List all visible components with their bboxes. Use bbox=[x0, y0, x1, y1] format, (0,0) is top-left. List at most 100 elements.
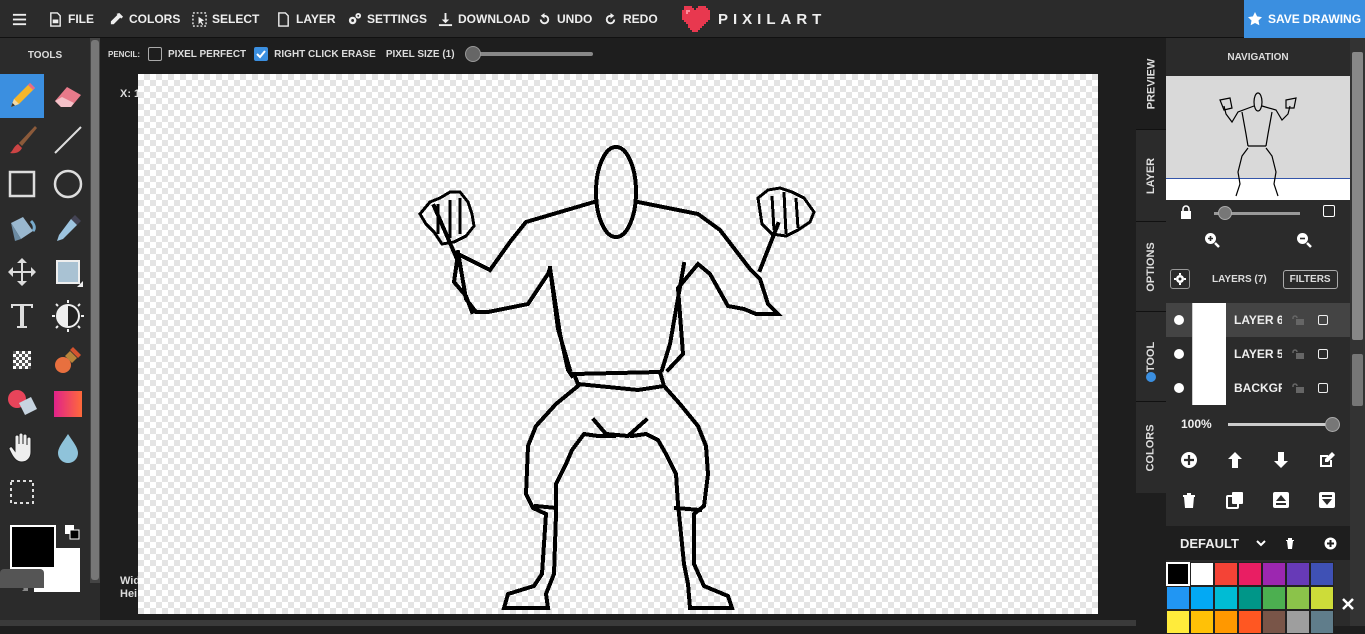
layer-select-checkbox[interactable] bbox=[1318, 383, 1328, 393]
tab-layer[interactable]: LAYER bbox=[1136, 130, 1166, 222]
selection-tool[interactable] bbox=[0, 470, 44, 514]
download-menu[interactable]: DOWNLOAD bbox=[438, 0, 530, 38]
color-replace-tool[interactable] bbox=[0, 382, 44, 426]
save-drawing-button[interactable]: SAVE DRAWING bbox=[1244, 0, 1365, 38]
right-scroll-thumb[interactable] bbox=[1352, 52, 1363, 340]
delete-layer-icon[interactable] bbox=[1180, 491, 1198, 509]
move-tool[interactable] bbox=[0, 250, 44, 294]
file-menu[interactable]: FILE bbox=[48, 0, 94, 38]
pixel-perfect-checkbox[interactable] bbox=[148, 47, 162, 61]
layer-row-layer-5[interactable]: LAYER 5 bbox=[1166, 337, 1350, 371]
layer-row-layer-6[interactable]: LAYER 6 bbox=[1166, 303, 1350, 337]
palette-name[interactable]: DEFAULT bbox=[1180, 536, 1239, 551]
palette-color-swatch[interactable] bbox=[1190, 562, 1214, 586]
filters-button[interactable]: FILTERS bbox=[1282, 269, 1338, 289]
rectangle-tool[interactable] bbox=[0, 162, 44, 206]
merge-up-icon[interactable] bbox=[1272, 491, 1290, 509]
palette-color-swatch[interactable] bbox=[1214, 562, 1238, 586]
brush-tool[interactable] bbox=[0, 118, 44, 162]
palette-color-swatch[interactable] bbox=[1238, 586, 1262, 610]
tab-options[interactable]: OPTIONS bbox=[1136, 222, 1166, 312]
pixel-size-slider[interactable] bbox=[464, 46, 593, 62]
tools-footer-tab[interactable] bbox=[0, 569, 44, 588]
right-scroll-thumb-lower[interactable] bbox=[1352, 354, 1363, 406]
ellipse-tool[interactable] bbox=[46, 162, 90, 206]
tools-scrollbar[interactable] bbox=[90, 38, 100, 583]
layer-opacity-knob[interactable] bbox=[1324, 416, 1340, 432]
palette-color-swatch[interactable] bbox=[1262, 586, 1286, 610]
eraser-tool[interactable] bbox=[46, 74, 90, 118]
right-click-erase-checkbox[interactable] bbox=[254, 47, 269, 61]
palette-color-swatch[interactable] bbox=[1214, 586, 1238, 610]
layer-select-checkbox[interactable] bbox=[1318, 315, 1328, 325]
duplicate-layer-icon[interactable] bbox=[1226, 491, 1244, 509]
lighten-tool[interactable] bbox=[46, 294, 90, 338]
hamburger-menu-button[interactable] bbox=[12, 0, 32, 38]
layer-opacity-slider[interactable] bbox=[1227, 416, 1340, 432]
undo-button[interactable]: UNDO bbox=[537, 0, 592, 38]
add-palette-icon[interactable] bbox=[1324, 537, 1337, 550]
palette-color-swatch[interactable] bbox=[1166, 610, 1190, 634]
right-panel-scrollbar[interactable] bbox=[1350, 38, 1365, 626]
layer-visibility-dot[interactable] bbox=[1174, 315, 1184, 325]
workspace-horizontal-scrollbar[interactable] bbox=[0, 620, 1136, 626]
zoom-out-icon[interactable] bbox=[1296, 232, 1312, 248]
tab-preview[interactable]: PREVIEW bbox=[1136, 38, 1166, 130]
pixilart-logo[interactable]: PIXILART bbox=[680, 6, 826, 32]
layer-visibility-dot[interactable] bbox=[1174, 349, 1184, 359]
palette-color-swatch[interactable] bbox=[1262, 610, 1286, 634]
layer-menu[interactable]: LAYER bbox=[276, 0, 336, 38]
palette-color-swatch[interactable] bbox=[1262, 562, 1286, 586]
palette-color-swatch[interactable] bbox=[1166, 562, 1190, 586]
palette-color-swatch[interactable] bbox=[1310, 562, 1334, 586]
colors-menu[interactable]: COLORS bbox=[109, 0, 180, 38]
palette-color-swatch[interactable] bbox=[1190, 586, 1214, 610]
pixel-size-slider-knob[interactable] bbox=[464, 46, 481, 62]
palette-color-swatch[interactable] bbox=[1190, 610, 1214, 634]
palette-color-swatch[interactable] bbox=[1310, 610, 1334, 634]
delete-palette-icon[interactable] bbox=[1284, 537, 1296, 549]
palette-color-swatch[interactable] bbox=[1238, 562, 1262, 586]
layer-select-checkbox[interactable] bbox=[1318, 349, 1328, 359]
preview-zoom-slider[interactable] bbox=[1214, 206, 1300, 220]
tools-scroll-thumb[interactable] bbox=[91, 40, 99, 580]
move-layer-up-icon[interactable] bbox=[1226, 451, 1244, 469]
stamp-tool[interactable] bbox=[46, 338, 90, 382]
preview-zoom-knob[interactable] bbox=[1218, 206, 1232, 220]
preview-checkbox[interactable] bbox=[1323, 205, 1335, 217]
palette-color-swatch[interactable] bbox=[1286, 562, 1310, 586]
layer-lock-icon[interactable] bbox=[1292, 383, 1304, 393]
line-tool[interactable] bbox=[46, 118, 90, 162]
palette-color-swatch[interactable] bbox=[1238, 610, 1262, 634]
palette-color-swatch[interactable] bbox=[1166, 586, 1190, 610]
gradient-tool[interactable] bbox=[46, 382, 90, 426]
eyedropper-tool[interactable] bbox=[46, 206, 90, 250]
layer-visibility-dot[interactable] bbox=[1174, 383, 1184, 393]
bucket-tool[interactable] bbox=[0, 206, 44, 250]
palette-color-swatch[interactable] bbox=[1286, 610, 1310, 634]
palette-color-swatch[interactable] bbox=[1214, 610, 1238, 634]
navigation-preview[interactable] bbox=[1166, 76, 1350, 200]
fill-rect-tool[interactable] bbox=[46, 250, 90, 294]
drop-tool[interactable] bbox=[46, 426, 90, 470]
settings-menu[interactable]: SETTINGS bbox=[347, 0, 427, 38]
zoom-in-icon[interactable] bbox=[1204, 232, 1220, 248]
layer-row-background[interactable]: BACKGROUND bbox=[1166, 371, 1350, 405]
move-layer-down-icon[interactable] bbox=[1272, 451, 1290, 469]
palette-color-swatch[interactable] bbox=[1310, 586, 1334, 610]
layer-lock-icon[interactable] bbox=[1292, 315, 1304, 325]
add-layer-icon[interactable] bbox=[1180, 451, 1198, 469]
dither-tool[interactable] bbox=[0, 338, 44, 382]
tab-colors[interactable]: COLORS bbox=[1136, 402, 1166, 493]
drawing-canvas[interactable] bbox=[138, 74, 1098, 614]
text-tool[interactable] bbox=[0, 294, 44, 338]
pencil-tool[interactable] bbox=[0, 74, 44, 118]
lock-icon[interactable] bbox=[1180, 205, 1192, 219]
chevron-down-icon[interactable] bbox=[1255, 537, 1267, 549]
tab-tool[interactable]: TOOL bbox=[1136, 312, 1166, 402]
layer-settings-button[interactable] bbox=[1170, 269, 1190, 289]
edit-layer-icon[interactable] bbox=[1318, 451, 1336, 469]
redo-button[interactable]: REDO bbox=[603, 0, 658, 38]
hand-tool[interactable] bbox=[0, 426, 44, 470]
palette-color-swatch[interactable] bbox=[1286, 586, 1310, 610]
